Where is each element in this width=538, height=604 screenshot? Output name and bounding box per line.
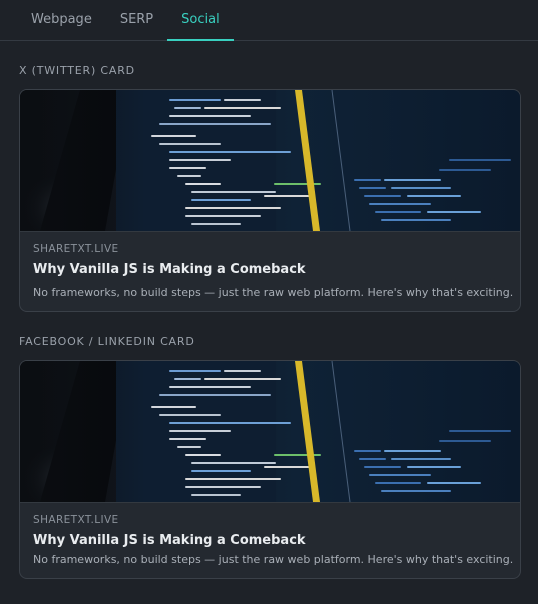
facebook-card-section: FACEBOOK / LINKEDIN CARD SHARETXT.LIVE W… [0,335,538,579]
facebook-card-domain: SHARETXT.LIVE [33,514,119,526]
code-screen-image [20,361,520,513]
code-screen-image [20,90,520,242]
twitter-card-heading: X (TWITTER) CARD [19,64,135,77]
tab-social-label: Social [181,12,220,27]
twitter-card-section: X (TWITTER) CARD SHARETXT.LIVE Why Vanil… [0,64,538,312]
twitter-card-title: Why Vanilla JS is Making a Comeback [33,262,306,277]
facebook-card-description: No frameworks, no build steps — just the… [33,553,514,566]
twitter-card-preview: SHARETXT.LIVE Why Vanilla JS is Making a… [19,89,521,312]
facebook-card-image [20,361,520,513]
facebook-card-preview: SHARETXT.LIVE Why Vanilla JS is Making a… [19,360,521,579]
twitter-card-description: No frameworks, no build steps — just the… [33,286,514,299]
tab-serp-label: SERP [119,12,154,27]
facebook-card-title: Why Vanilla JS is Making a Comeback [33,533,306,548]
tab-webpage-label: Webpage [31,12,92,27]
preview-tabs: Webpage SERP Social [0,0,538,41]
twitter-card-domain: SHARETXT.LIVE [33,243,119,255]
tab-serp[interactable]: SERP [106,0,167,40]
twitter-card-body: SHARETXT.LIVE Why Vanilla JS is Making a… [20,232,520,311]
twitter-card-image [20,90,520,242]
facebook-card-heading: FACEBOOK / LINKEDIN CARD [19,335,195,348]
facebook-card-body: SHARETXT.LIVE Why Vanilla JS is Making a… [20,503,520,578]
tab-webpage[interactable]: Webpage [17,0,106,40]
tab-social[interactable]: Social [167,0,234,41]
